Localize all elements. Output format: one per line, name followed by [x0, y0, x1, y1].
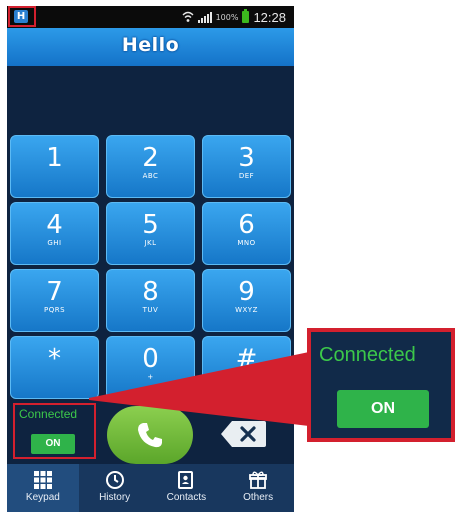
key-digit: 1 [46, 143, 63, 173]
wifi-icon [182, 11, 194, 22]
key-digit: 6 [238, 210, 255, 240]
nav-tab-history[interactable]: History [79, 464, 151, 512]
key-digit: 8 [142, 277, 159, 307]
dialed-number-display[interactable] [7, 66, 294, 134]
key-3[interactable]: 3 DEF [202, 135, 291, 198]
key-letters: DEF [238, 172, 255, 180]
nav-tab-label: History [99, 492, 131, 503]
call-button[interactable] [107, 406, 193, 464]
key-0[interactable]: 0 + [106, 336, 195, 399]
phone-screen: H 100% 12:28 Hello 1 2 ABC 3 DEF 4 GHI 5 JKL 6 MNO… [7, 6, 294, 512]
battery-percent: 100% [215, 12, 239, 22]
gift-icon [222, 470, 294, 490]
clock-time: 12:28 [253, 9, 286, 25]
key-letters: ABC [142, 172, 159, 180]
key-5[interactable]: 5 JKL [106, 202, 195, 265]
zoom-connection-status-label: Connected [319, 344, 416, 366]
key-digit: 3 [238, 143, 255, 173]
connection-status-label: Connected [19, 407, 78, 421]
nav-tab-contacts[interactable]: Contacts [151, 464, 223, 512]
contacts-book-icon [151, 470, 223, 490]
key-digit: 9 [238, 277, 255, 307]
battery-icon [242, 9, 250, 23]
key-digit: 5 [142, 210, 159, 240]
key-digit: # [235, 344, 258, 374]
nav-tab-others[interactable]: Others [222, 464, 294, 512]
key-letters: JKL [144, 239, 157, 247]
clock-icon [79, 470, 151, 490]
key-4[interactable]: 4 GHI [10, 202, 99, 265]
key-digit: * [48, 344, 61, 374]
dial-keypad: 1 2 ABC 3 DEF 4 GHI 5 JKL 6 MNO 7 PQRS 8 TUV 9 WXYZ * 0 + # [10, 135, 291, 400]
key-letters: WXYZ [235, 306, 258, 314]
backspace-button[interactable] [220, 419, 268, 449]
app-title: Hello [121, 34, 180, 56]
key-letters: GHI [47, 239, 62, 247]
zoom-connection-toggle: ON [337, 390, 429, 428]
bottom-navigation: Keypad History Contacts Others [7, 464, 294, 512]
key-1[interactable]: 1 [10, 135, 99, 198]
key-digit: 7 [46, 277, 63, 307]
connection-toggle[interactable]: ON [31, 434, 75, 454]
connection-status-panel: Connected ON [13, 403, 96, 459]
status-indicators: 100% 12:28 [182, 9, 286, 25]
signal-strength-icon [197, 11, 212, 23]
key-letters: + [147, 373, 154, 381]
key-letters: MNO [237, 239, 256, 247]
action-row: Connected ON [7, 400, 294, 464]
app-title-bar: Hello [7, 28, 294, 66]
key-2[interactable]: 2 ABC [106, 135, 195, 198]
keypad-icon [7, 470, 79, 490]
key-hash[interactable]: # [202, 336, 291, 399]
key-6[interactable]: 6 MNO [202, 202, 291, 265]
key-star[interactable]: * [10, 336, 99, 399]
key-digit: 4 [46, 210, 63, 240]
key-letters: TUV [142, 306, 159, 314]
status-icon-highlight [8, 6, 36, 27]
nav-tab-label: Others [243, 492, 274, 503]
nav-tab-label: Contacts [166, 492, 207, 503]
key-letters: PQRS [43, 306, 66, 314]
key-digit: 2 [142, 143, 159, 173]
phone-handset-icon [138, 423, 162, 448]
connection-zoom-callout: Connected ON [307, 328, 455, 442]
status-bar: H 100% 12:28 [7, 6, 294, 28]
key-9[interactable]: 9 WXYZ [202, 269, 291, 332]
key-8[interactable]: 8 TUV [106, 269, 195, 332]
nav-tab-label: Keypad [25, 492, 60, 503]
nav-tab-keypad[interactable]: Keypad [7, 464, 79, 512]
key-7[interactable]: 7 PQRS [10, 269, 99, 332]
key-digit: 0 [142, 344, 159, 374]
